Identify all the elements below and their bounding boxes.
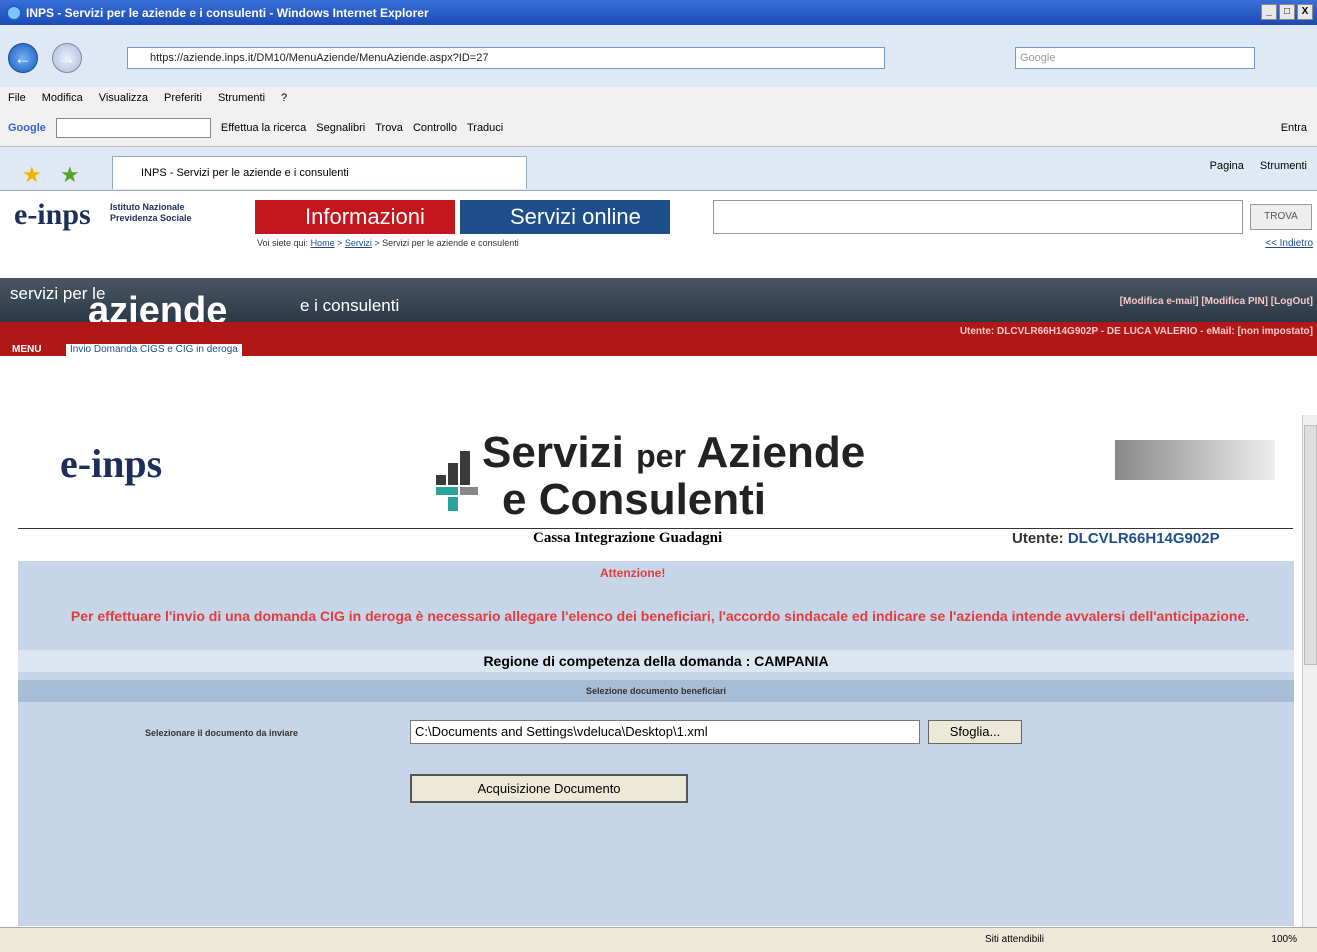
google-toolbar: Google Effettua la ricerca Segnalibri Tr… — [0, 109, 1317, 147]
breadcrumb: Voi siete qui: Home > Servizi > Servizi … — [257, 238, 519, 248]
window-title: INPS - Servizi per le aziende e i consul… — [26, 5, 429, 20]
banner-consulenti: e i consulenti — [300, 296, 400, 315]
inps-logo[interactable]: e-inps — [14, 198, 91, 232]
command-bar: Pagina Strumenti — [1210, 160, 1307, 172]
ie-icon — [6, 4, 22, 21]
menu-visualizza[interactable]: Visualizza — [99, 92, 148, 104]
inps-search-input[interactable] — [713, 200, 1243, 234]
favorites-star-icon[interactable]: ★ — [22, 162, 42, 188]
menu-help[interactable]: ? — [281, 92, 287, 104]
trova-button[interactable]: TROVA — [1250, 204, 1312, 230]
acquisizione-documento-button[interactable]: Acquisizione Documento — [410, 774, 688, 803]
browser-tab[interactable]: INPS - Servizi per le aziende e i consul… — [112, 156, 527, 189]
status-zone: Siti attendibili — [985, 934, 1044, 945]
menu-label: MENU — [12, 344, 42, 355]
indietro-link[interactable]: << Indietro — [1265, 238, 1313, 249]
utente-label: Utente: DLCVLR66H14G902P — [1012, 530, 1220, 547]
crumb-home[interactable]: Home — [311, 238, 335, 248]
separator — [18, 528, 1293, 529]
warning-message: Per effettuare l'invio di una domanda CI… — [70, 608, 1250, 624]
forward-button[interactable]: → — [52, 43, 82, 73]
inps-small-logo — [1115, 440, 1275, 480]
page-menu[interactable]: Pagina — [1210, 160, 1244, 172]
scrollbar-thumb[interactable] — [1304, 425, 1317, 665]
menu-strumenti[interactable]: Strumenti — [218, 92, 265, 104]
utente-code: DLCVLR66H14G902P — [1067, 530, 1220, 547]
signin-button[interactable]: Entra — [1281, 122, 1307, 134]
tools-menu[interactable]: Strumenti — [1260, 160, 1307, 172]
url-field[interactable]: https://aziende.inps.it/DM10/MenuAziende… — [127, 47, 885, 69]
back-button[interactable]: ← — [8, 43, 38, 73]
bookmarks-button[interactable]: Segnalibri — [316, 122, 365, 134]
cassa-integrazione-title: Cassa Integrazione Guadagni — [533, 530, 723, 546]
menu-preferiti[interactable]: Preferiti — [164, 92, 202, 104]
browse-button[interactable]: Sfoglia... — [928, 720, 1022, 744]
google-search-input[interactable] — [55, 117, 211, 138]
account-links[interactable]: [Modifica e-mail] [Modifica PIN] [LogOut… — [1120, 296, 1313, 307]
minimize-button[interactable]: _ — [1261, 4, 1277, 20]
page-menu-bar: MENU Invio Domanda CIGS e CIG in deroga — [0, 344, 1317, 356]
einps-logo-large: e-inps — [60, 441, 163, 486]
crumb-current: Servizi per le aziende e consulenti — [382, 238, 519, 248]
user-info: Utente: DLCVLR66H14G902P - DE LUCA VALER… — [959, 326, 1313, 337]
tab-servizi-online[interactable]: Servizi online — [460, 200, 670, 234]
find-button[interactable]: Trova — [375, 122, 403, 134]
add-favorites-icon[interactable]: ★ — [60, 162, 80, 188]
user-bar: Utente: DLCVLR66H14G902P - DE LUCA VALER… — [0, 322, 1317, 344]
translate-button[interactable]: Traduci — [467, 122, 503, 134]
browser-search-input[interactable]: Google — [1015, 47, 1255, 69]
window-controls: _ □ X — [1261, 4, 1313, 20]
close-button[interactable]: X — [1297, 4, 1313, 20]
attenzione-heading: Attenzione! — [600, 566, 666, 580]
selezione-header: Selezione documento beneficiari — [18, 680, 1294, 702]
file-path-input[interactable]: C:\Documents and Settings\vdeluca\Deskto… — [410, 720, 920, 744]
institute-name: Istituto Nazionale Previdenza Sociale — [110, 202, 192, 223]
menu-file[interactable]: File — [8, 92, 26, 104]
servizi-logo-icon — [436, 451, 478, 511]
google-search-button[interactable]: Effettua la ricerca — [221, 122, 306, 134]
google-logo: Google — [8, 121, 46, 134]
window-titlebar: INPS - Servizi per le aziende e i consul… — [0, 0, 1317, 25]
tab-informazioni[interactable]: Informazioni — [255, 200, 455, 234]
menu-link-invio[interactable]: Invio Domanda CIGS e CIG in deroga — [66, 344, 242, 356]
spellcheck-button[interactable]: Controllo — [413, 122, 457, 134]
menu-modifica[interactable]: Modifica — [42, 92, 83, 104]
status-bar: Siti attendibili 100% — [0, 927, 1317, 952]
services-banner: servizi per le aziende e i consulenti [M… — [0, 278, 1317, 332]
zoom-level[interactable]: 100% — [1271, 934, 1297, 945]
select-document-label: Selezionare il documento da inviare — [145, 728, 299, 738]
menu-bar: File Modifica Visualizza Preferiti Strum… — [0, 87, 1317, 109]
crumb-servizi[interactable]: Servizi — [345, 238, 372, 248]
scrollbar[interactable] — [1302, 415, 1317, 927]
regione-row: Regione di competenza della domanda : CA… — [18, 650, 1294, 672]
servizi-title: Servizi per Aziende e Consulenti — [482, 428, 866, 524]
maximize-button[interactable]: □ — [1279, 4, 1295, 20]
